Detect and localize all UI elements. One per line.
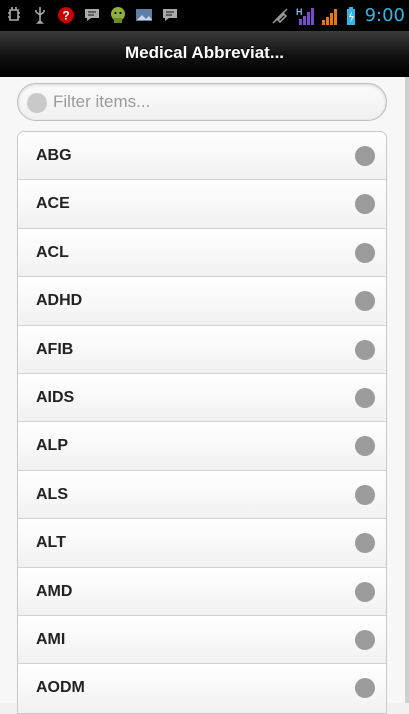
list-item-label: ALS	[36, 485, 68, 503]
scroll-edge	[405, 77, 409, 703]
arrow-right-icon	[355, 629, 375, 650]
list-item[interactable]: ABG	[18, 132, 386, 181]
list-item[interactable]: ACL	[18, 228, 386, 278]
message-icon	[82, 5, 102, 25]
filter-search-box[interactable]	[17, 83, 387, 121]
arrow-right-icon	[355, 436, 375, 457]
arrow-right-icon	[355, 242, 375, 263]
image-icon	[134, 5, 154, 25]
signal-h-icon: H	[295, 6, 315, 26]
list-item-label: AMD	[36, 582, 73, 600]
battery-charging-icon	[345, 6, 357, 26]
arrow-right-icon	[355, 194, 375, 215]
arrow-right-icon	[355, 146, 375, 166]
list-item-label: ALP	[36, 437, 68, 455]
list-item-label: ACE	[36, 195, 70, 213]
list-item[interactable]: AODM	[18, 664, 386, 713]
search-icon	[27, 93, 47, 113]
usb-debug-icon	[4, 5, 24, 25]
list-item[interactable]: AIDS	[18, 373, 386, 423]
list-item-label: ALT	[36, 534, 66, 552]
list-item[interactable]: ADHD	[18, 277, 386, 326]
arrow-right-icon	[355, 387, 375, 408]
message-icon-2	[160, 5, 180, 25]
status-bar: ? H 9:00	[0, 0, 409, 31]
list-item[interactable]: AMI	[18, 615, 386, 665]
list-item-label: AODM	[36, 679, 85, 697]
header-bar: Medical Abbreviat...	[0, 31, 409, 77]
list-item[interactable]: ALS	[18, 470, 386, 520]
notification-icons: ?	[4, 5, 180, 25]
mute-icon	[270, 6, 290, 26]
arrow-right-icon	[355, 291, 375, 312]
wifi-signal-icon	[320, 6, 340, 26]
android-icon	[108, 5, 128, 25]
filter-input[interactable]	[53, 84, 373, 120]
svg-text:H: H	[296, 7, 303, 17]
arrow-right-icon	[355, 484, 375, 505]
page-title: Medical Abbreviat...	[124, 43, 285, 62]
list-item-label: ADHD	[36, 292, 83, 310]
list-item-label: ACL	[36, 243, 69, 261]
list-item-label: AIDS	[36, 388, 75, 406]
question-icon: ?	[56, 5, 76, 25]
svg-text:?: ?	[62, 9, 69, 23]
abbreviation-list: ABG ACE ACL ADHD AFIB AIDS ALP ALS ALT AMD AMI AODM	[17, 131, 387, 714]
list-item-label: AMI	[36, 630, 66, 648]
arrow-right-icon	[355, 533, 375, 554]
list-item[interactable]: AMD	[18, 567, 386, 616]
arrow-right-icon	[355, 581, 375, 602]
list-item[interactable]: ALT	[18, 519, 386, 568]
list-item-label: ABG	[36, 147, 72, 164]
list-item[interactable]: AFIB	[18, 325, 386, 374]
list-item[interactable]: ALP	[18, 422, 386, 471]
list-item-label: AFIB	[36, 340, 74, 358]
arrow-right-icon	[355, 678, 375, 699]
arrow-right-icon	[355, 339, 375, 360]
list-item[interactable]: ACE	[18, 180, 386, 229]
usb-icon	[30, 5, 50, 25]
system-icons: H 9:00	[270, 5, 405, 26]
clock: 9:00	[364, 5, 405, 26]
